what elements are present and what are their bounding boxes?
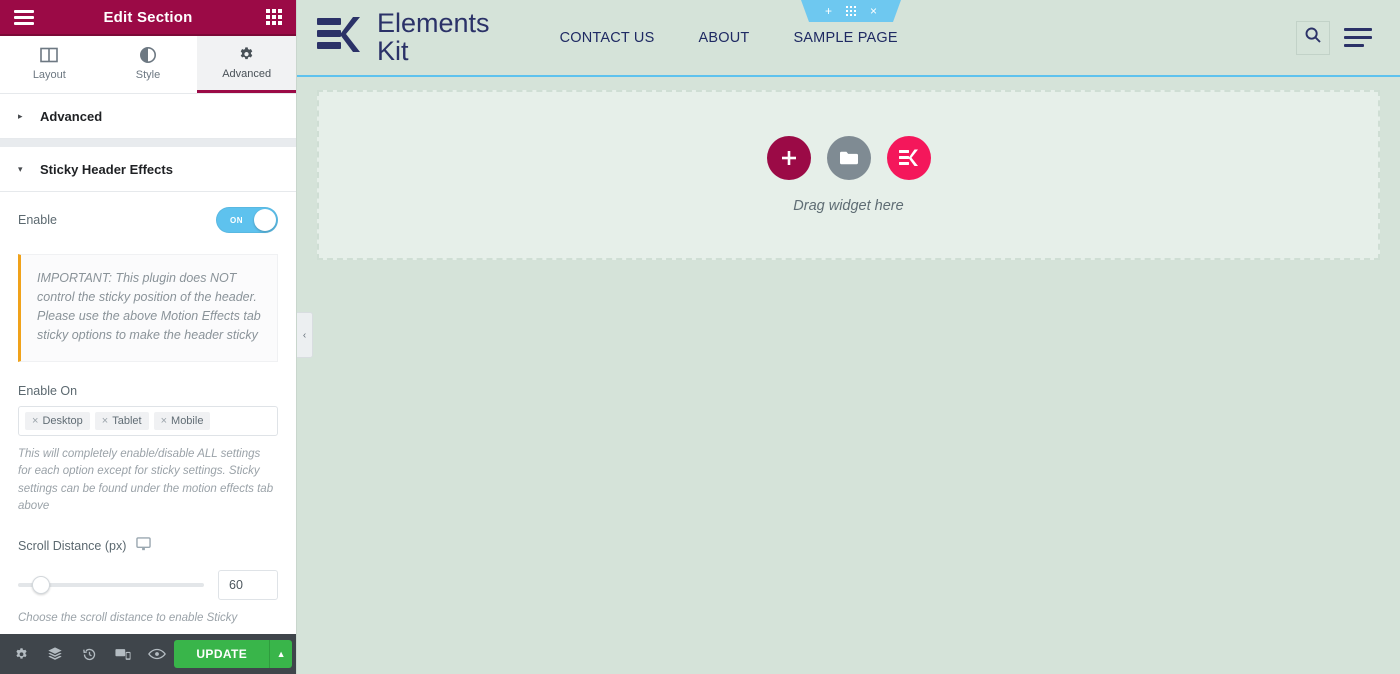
enable-row: Enable ON — [0, 192, 296, 248]
site-logo-text: Elements Kit — [377, 7, 490, 66]
editor-canvas: + × Elements Kit CONTACT US ABOUT SAMPLE… — [297, 0, 1400, 674]
site-logo[interactable]: Elements Kit — [315, 7, 490, 66]
section-divider — [0, 139, 296, 147]
contrast-circle-icon — [139, 46, 157, 64]
tag-remove-icon[interactable]: × — [32, 415, 38, 427]
responsive-mode-icon[interactable] — [106, 634, 140, 674]
tab-layout[interactable]: Layout — [0, 36, 99, 93]
chevron-left-icon: ‹ — [302, 329, 307, 341]
hamburger-icon[interactable] — [14, 9, 34, 25]
elementor-settings-panel: Edit Section Layout Style Advanced ▸ Adv… — [0, 0, 297, 674]
enable-on-multiselect[interactable]: × Desktop × Tablet × Mobile — [18, 406, 278, 436]
site-nav: CONTACT US ABOUT SAMPLE PAGE — [560, 30, 898, 46]
panel-header: Edit Section — [0, 0, 296, 36]
chevron-down-icon: ▾ — [18, 163, 23, 174]
site-logo-line2: Kit — [377, 35, 409, 66]
section-advanced[interactable]: ▸ Advanced — [0, 94, 296, 139]
enable-label: Enable — [18, 213, 57, 227]
tag-remove-icon[interactable]: × — [102, 415, 108, 427]
update-button-group: UPDATE ▲ — [174, 640, 292, 668]
panel-footer: UPDATE ▲ — [0, 634, 296, 674]
dropzone-text: Drag widget here — [793, 198, 904, 214]
hamburger-menu-icon[interactable] — [1344, 28, 1372, 47]
nav-item-about[interactable]: ABOUT — [698, 30, 749, 46]
toggle-knob — [254, 209, 276, 231]
section-sticky-header-effects[interactable]: ▾ Sticky Header Effects — [0, 147, 296, 192]
scroll-distance-control: 60 — [0, 562, 296, 600]
tag-tablet-label: Tablet — [112, 415, 142, 427]
history-icon[interactable] — [72, 634, 106, 674]
gear-icon — [238, 46, 255, 63]
nav-item-sample-page[interactable]: SAMPLE PAGE — [793, 30, 897, 46]
tab-advanced-label: Advanced — [222, 68, 272, 80]
section-toolbar: + × — [801, 0, 901, 22]
nav-item-contact-us[interactable]: CONTACT US — [560, 30, 655, 46]
panel-collapse-handle[interactable]: ‹ — [297, 312, 313, 358]
search-button[interactable] — [1296, 20, 1330, 55]
section-advanced-title: Advanced — [40, 108, 103, 124]
settings-gear-icon[interactable] — [4, 634, 38, 674]
enable-on-label-row: Enable On — [0, 362, 296, 406]
tab-style[interactable]: Style — [99, 36, 198, 93]
enable-toggle[interactable]: ON — [216, 207, 278, 233]
important-notice: IMPORTANT: This plugin does NOT control … — [18, 254, 278, 362]
panel-title: Edit Section — [103, 8, 193, 26]
elementskit-widget-button[interactable] — [886, 136, 931, 180]
tab-advanced[interactable]: Advanced — [197, 36, 297, 93]
enable-toggle-state: ON — [230, 215, 243, 225]
ek-logo-icon — [315, 13, 365, 62]
plus-icon[interactable]: + — [825, 4, 832, 18]
plus-icon — [781, 151, 796, 165]
scroll-distance-label-row: Scroll Distance (px) — [0, 515, 296, 562]
panel-tabs: Layout Style Advanced — [0, 36, 297, 94]
elementor-editor: Edit Section Layout Style Advanced ▸ Adv… — [0, 0, 1400, 674]
preview-eye-icon[interactable] — [140, 634, 174, 674]
template-library-button[interactable] — [826, 136, 871, 180]
widget-dropzone[interactable]: Drag widget here — [317, 90, 1380, 260]
folder-icon — [839, 151, 858, 165]
tag-tablet[interactable]: × Tablet — [94, 412, 149, 430]
tab-layout-label: Layout — [32, 68, 66, 81]
search-icon — [1304, 26, 1322, 49]
tab-style-label: Style — [135, 68, 161, 81]
scroll-distance-input[interactable]: 60 — [218, 570, 278, 600]
section-sticky-header-effects-title: Sticky Header Effects — [40, 161, 173, 177]
tag-mobile[interactable]: × Mobile — [153, 412, 211, 430]
add-widget-button[interactable] — [766, 136, 811, 180]
tag-mobile-label: Mobile — [171, 415, 204, 427]
columns-icon — [40, 46, 59, 64]
enable-on-hint: This will completely enable/disable ALL … — [18, 448, 274, 512]
panel-body[interactable]: ▸ Advanced ▾ Sticky Header Effects Enabl… — [0, 94, 296, 634]
tag-remove-icon[interactable]: × — [161, 415, 167, 427]
ek-logo-icon — [898, 149, 918, 166]
layers-navigator-icon[interactable] — [38, 634, 72, 674]
scroll-distance-hint: Choose the scroll distance to enable Sti… — [18, 612, 238, 624]
scroll-distance-label: Scroll Distance (px) — [18, 538, 127, 553]
desktop-icon[interactable] — [136, 537, 152, 554]
header-actions — [1296, 20, 1372, 55]
dropzone-buttons — [766, 136, 931, 180]
enable-on-label: Enable On — [18, 384, 78, 398]
scroll-distance-slider[interactable] — [18, 576, 204, 594]
update-button[interactable]: UPDATE — [174, 640, 270, 668]
close-x-icon[interactable]: × — [870, 4, 877, 18]
tag-desktop-label: Desktop — [42, 415, 83, 427]
grid-apps-icon[interactable] — [266, 9, 282, 25]
drag-dots-icon[interactable] — [846, 6, 856, 16]
tag-desktop[interactable]: × Desktop — [25, 412, 90, 430]
site-logo-line1: Elements — [377, 7, 490, 38]
chevron-right-icon: ▸ — [18, 110, 23, 121]
slider-handle[interactable] — [32, 576, 50, 594]
update-options-caret-icon[interactable]: ▲ — [269, 640, 292, 668]
